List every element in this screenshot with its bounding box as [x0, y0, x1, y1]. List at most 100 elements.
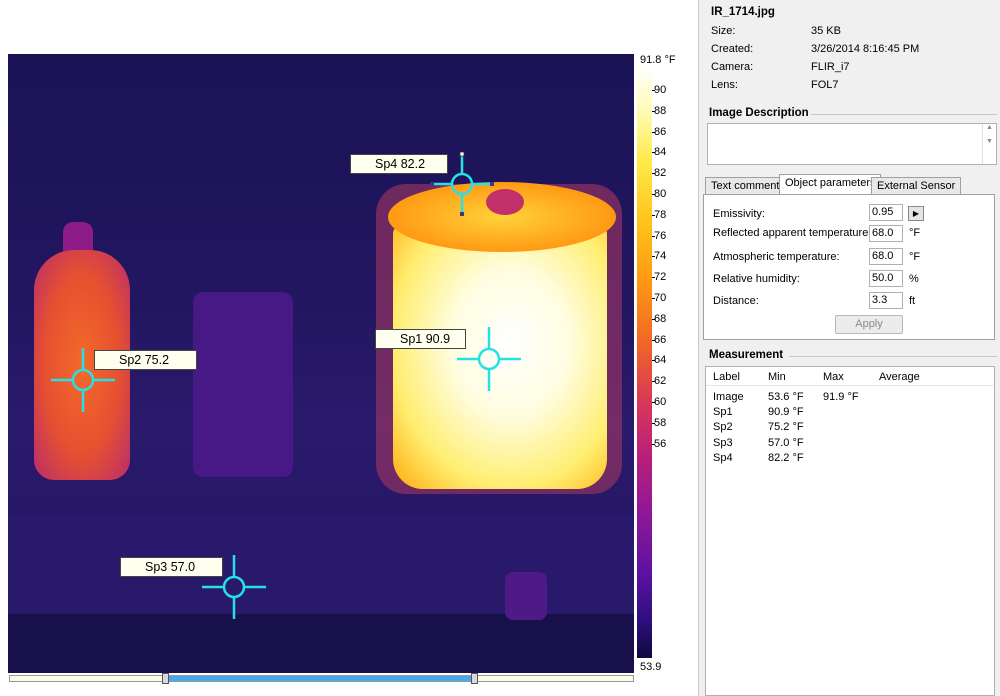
row-label[interactable]: Sp1 [713, 406, 733, 418]
column-max[interactable]: Max [823, 371, 844, 383]
info-lens-label: Lens: [711, 79, 738, 91]
reflected-temp-unit: °F [909, 227, 921, 239]
thermal-image[interactable]: Sp4 82.2 Sp1 90.9 Sp2 75.2 Sp3 57.0 [8, 54, 634, 673]
spot-marker-sp4[interactable] [430, 152, 494, 216]
column-label[interactable]: Label [713, 371, 740, 383]
properties-panel: IR_1714.jpg Size: 35 KB Created: 3/26/20… [698, 0, 1000, 696]
scale-tick-mark [652, 277, 655, 279]
scale-tick-label: 74 [654, 250, 667, 263]
range-slider-selection[interactable] [167, 676, 475, 681]
scale-tick-mark [652, 90, 655, 91]
table-header-divider [706, 385, 994, 386]
scale-tick-mark [652, 402, 655, 403]
file-name: IR_1714.jpg [711, 6, 775, 18]
scale-tick-mark [652, 235, 655, 237]
small-object [505, 572, 547, 620]
scale-tick-label: 82 [654, 167, 667, 180]
scale-max-label: 91.8 °F [640, 54, 676, 66]
scale-tick-mark [652, 194, 655, 195]
info-created-value: 3/26/2014 8:16:45 PM [811, 43, 920, 55]
row-label[interactable]: Sp3 [713, 437, 733, 449]
scale-tick-label: 76 [654, 229, 667, 242]
emissivity-table-button[interactable]: ▶ [908, 206, 924, 221]
row-min: 90.9 °F [768, 406, 804, 418]
scale-tick-mark [652, 214, 655, 216]
spot-marker-sp3[interactable] [202, 555, 266, 619]
spot-marker-sp2[interactable] [51, 348, 115, 412]
info-lens-value: FOL7 [811, 79, 839, 91]
temperature-scale-bar [637, 66, 652, 658]
info-camera-label: Camera: [711, 61, 754, 73]
mid-container [193, 292, 293, 477]
distance-unit: ft [909, 295, 916, 307]
range-slider-right-handle[interactable] [471, 673, 478, 684]
scale-tick-mark [652, 131, 655, 133]
scale-tick-label: 68 [654, 312, 667, 325]
scale-tick-mark [652, 443, 655, 445]
row-max: 91.9 °F [823, 391, 859, 403]
scale-tick-mark [652, 256, 655, 258]
scale-tick-label: 72 [654, 271, 667, 284]
info-size-value: 35 KB [811, 25, 841, 37]
column-average[interactable]: Average [879, 371, 920, 383]
measurement-table[interactable] [705, 366, 995, 696]
range-slider-left-handle[interactable] [162, 673, 169, 684]
scale-tick-mark [652, 110, 655, 112]
measurement-divider [789, 356, 997, 357]
scale-tick-label: 58 [654, 416, 667, 429]
info-camera-value: FLIR_i7 [811, 61, 850, 73]
reflected-temp-field[interactable]: 68.0 [869, 225, 903, 242]
tab-external-sensor[interactable]: External Sensor [871, 177, 962, 194]
row-label[interactable]: Sp2 [713, 421, 733, 433]
spot-marker-sp1[interactable] [457, 327, 521, 391]
image-description-field[interactable]: ▲ ▼ [707, 123, 997, 165]
emissivity-field[interactable]: 0.95 [869, 204, 903, 221]
scale-tick-label: 90 [654, 84, 667, 96]
scale-tick-mark [652, 298, 655, 299]
reflected-temp-label: Reflected apparent temperature: [713, 227, 872, 239]
row-min: 57.0 °F [768, 437, 804, 449]
scale-tick-label: 70 [654, 292, 667, 304]
row-min: 82.2 °F [768, 452, 804, 464]
row-label[interactable]: Sp4 [713, 452, 733, 464]
tab-object-parameters[interactable]: Object parameters [779, 174, 882, 195]
distance-field[interactable]: 3.3 [869, 292, 903, 309]
row-min: 53.6 °F [768, 391, 804, 403]
scale-tick-label: 84 [654, 146, 667, 159]
dark-edge [8, 614, 634, 673]
scale-min-label: 53.9 [640, 661, 662, 673]
scale-tick-label: 64 [654, 354, 667, 367]
spot-label-sp1: Sp1 90.9 [375, 329, 466, 349]
image-description-divider [811, 114, 997, 115]
description-scrollbar[interactable]: ▲ ▼ [982, 124, 996, 164]
row-label[interactable]: Image [713, 391, 744, 403]
humidity-field[interactable]: 50.0 [869, 270, 903, 287]
measurement-title: Measurement [709, 349, 784, 361]
scale-tick-mark [652, 360, 655, 362]
scale-tick-label: 60 [654, 396, 667, 408]
info-created-label: Created: [711, 43, 754, 55]
scale-tick-label: 66 [654, 333, 667, 346]
scale-tick-label: 86 [654, 125, 667, 138]
column-min[interactable]: Min [768, 371, 786, 383]
apply-button[interactable]: Apply [835, 315, 903, 334]
humidity-label: Relative humidity: [713, 273, 800, 285]
thermal-viewer-window: Sp4 82.2 Sp1 90.9 Sp2 75.2 Sp3 57.0 91.8… [0, 0, 1000, 696]
row-min: 75.2 °F [768, 421, 804, 433]
scale-tick-mark [652, 318, 655, 320]
scale-tick-mark [652, 381, 655, 383]
atmospheric-temp-label: Atmospheric temperature: [713, 251, 840, 263]
scale-tick-label: 88 [654, 104, 667, 117]
humidity-unit: % [909, 273, 919, 285]
scale-tick-label: 80 [654, 188, 667, 200]
scale-tick-mark [652, 339, 655, 341]
info-size-label: Size: [711, 25, 736, 37]
image-description-title: Image Description [709, 107, 809, 119]
scale-tick-label: 62 [654, 375, 667, 388]
emissivity-label: Emissivity: [713, 208, 765, 220]
atmospheric-temp-field[interactable]: 68.0 [869, 248, 903, 265]
scale-tick-mark [652, 152, 655, 154]
distance-label: Distance: [713, 295, 759, 307]
scale-tick-mark [652, 173, 655, 175]
scale-tick-label: 78 [654, 208, 667, 221]
